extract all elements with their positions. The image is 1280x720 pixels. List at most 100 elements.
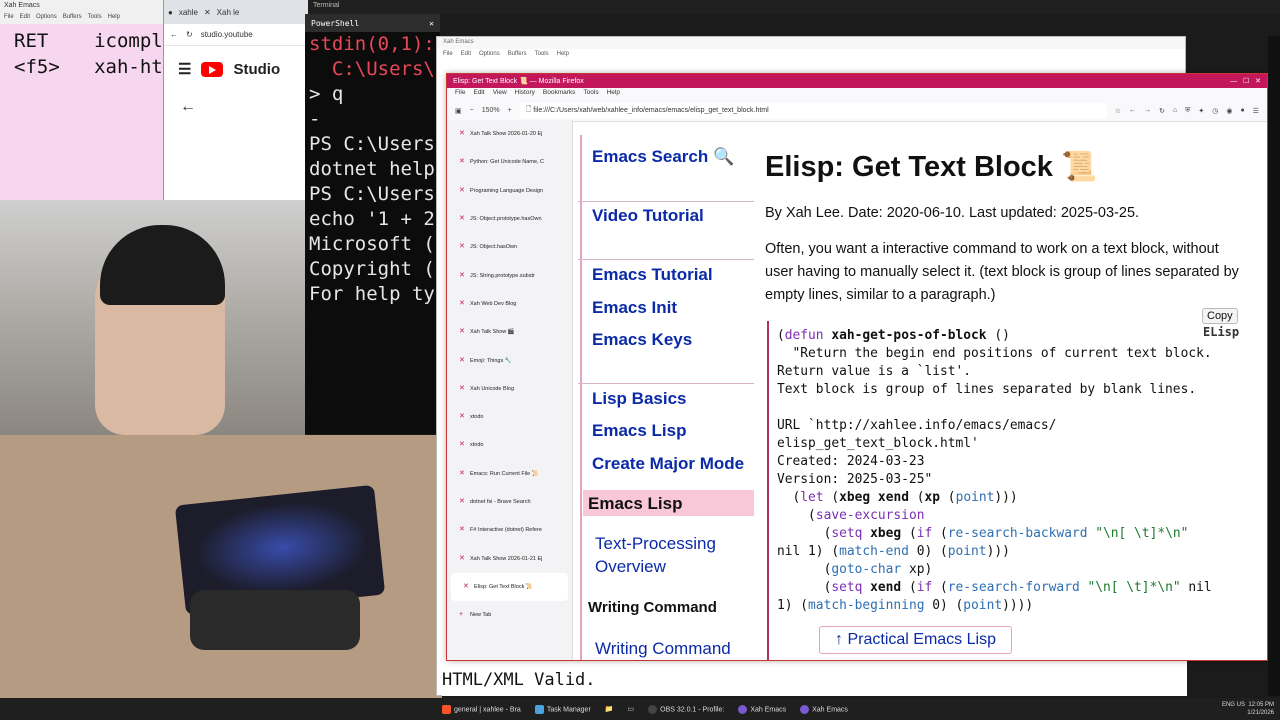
menu-edit[interactable]: Edit (20, 14, 30, 24)
menu-tools[interactable]: Tools (88, 14, 102, 24)
menu-history[interactable]: History (515, 89, 535, 99)
back-icon[interactable]: ← (170, 30, 178, 39)
menu-file[interactable]: File (455, 89, 465, 99)
screenshot-icon[interactable]: ◉ (1226, 107, 1232, 115)
nav-writing-command[interactable]: Writing Command (595, 639, 731, 659)
emacs-echo-area[interactable]: HTML/XML Valid. (442, 660, 1187, 696)
menu-bookmarks[interactable]: Bookmarks (543, 89, 576, 99)
powershell-terminal[interactable]: PowerShell ✕ stdin(0,1): C:\Users\x > q - PS… (305, 14, 446, 434)
taskbar-item[interactable]: Task Manager (534, 704, 591, 714)
extensions-icon[interactable]: ✦ (1198, 107, 1204, 115)
menu-help[interactable]: Help (557, 51, 569, 59)
close-icon[interactable]: ✕ (1255, 78, 1261, 85)
nav-emacs-keys[interactable]: Emacs Keys (592, 330, 692, 350)
sidebar-tab[interactable]: ✕ Programing Language Design (447, 177, 572, 205)
taskbar-item[interactable]: OBS 32.0.1 - Profile: (648, 704, 724, 714)
nav-emacs-init[interactable]: Emacs Init (592, 298, 677, 318)
menu-help[interactable]: Help (607, 89, 620, 99)
taskbar-item[interactable]: Xah Emacs (738, 704, 786, 714)
sidebar-tab[interactable]: ✕ Emacs: Run Current File 📜 (447, 460, 572, 488)
sidebar-tab[interactable]: ✕ JS: String.prototype.substr (447, 261, 572, 289)
sidebar-tab[interactable]: ✕ Emoji: Things 🔧 (447, 346, 572, 374)
code-language-label: ELisp (1203, 325, 1240, 339)
nav-emacs-tutorial[interactable]: Emacs Tutorial (592, 265, 713, 285)
sidebar-tab[interactable]: ✕ Python: Get Unicode Name, C (447, 148, 572, 176)
sidebar-tab[interactable]: ✕ Xah Talk Show 2026-01-20 Ej (447, 120, 572, 148)
nav-emacs-lisp[interactable]: Emacs Lisp (592, 421, 687, 441)
menu-icon[interactable]: ☰ (1253, 107, 1259, 115)
hamburger-icon[interactable]: ☰ (178, 60, 191, 78)
nav-emacs-search[interactable]: Emacs Search 🔍 (592, 147, 734, 167)
bookmark-star-icon[interactable]: ☆ (1115, 107, 1121, 115)
chrome-url[interactable]: studio.youtube (201, 30, 253, 39)
new-tab-button[interactable]: + New Tab (447, 601, 572, 629)
code-block[interactable]: (defun xah-get-pos-of-block () "Return t… (767, 321, 1253, 660)
sidebar-tab[interactable]: ✕ xtodo (447, 403, 572, 431)
sidebar-tab[interactable]: ✕ JS: Object.hasOwn (447, 233, 572, 261)
nav-text-processing-overview[interactable]: Overview (595, 557, 666, 577)
nav-lisp-basics[interactable]: Lisp Basics (592, 389, 687, 409)
nav-text-processing[interactable]: Text-Processing (595, 534, 716, 554)
plus-icon: + (459, 611, 464, 619)
sidebar-tab[interactable]: ✕ xtodo (447, 431, 572, 459)
chrome-window[interactable]: ● xahle ✕ Xah le ← ↻ studio.youtube ☰ Stu… (163, 0, 308, 200)
forward-icon[interactable]: → (1144, 107, 1151, 114)
emacs-window-left[interactable]: Xah Emacs File Edit Options Buffers Tool… (0, 0, 165, 200)
menu-edit[interactable]: Edit (461, 51, 471, 59)
zoom-in-icon[interactable]: + (508, 107, 512, 114)
menu-buffers[interactable]: Buffers (63, 14, 82, 24)
sidebar-tab[interactable]: ✕ F# Interactive (dotnet) Refere (447, 516, 572, 544)
sidebar-tab[interactable]: ✕ JS: Object.prototype.hasOwn (447, 205, 572, 233)
taskbar-item[interactable]: Xah Emacs (800, 704, 848, 714)
history-icon[interactable]: ◷ (1212, 107, 1218, 115)
reload-icon[interactable]: ↻ (1159, 107, 1165, 115)
menu-help[interactable]: Help (108, 14, 120, 24)
back-icon[interactable]: ← (1129, 107, 1136, 114)
zoom-out-icon[interactable]: − (470, 107, 474, 114)
studio-brand[interactable]: Studio (233, 61, 280, 78)
system-tray[interactable]: ENG US 12:05 PM 1/21/2026 (1222, 701, 1274, 717)
language-indicator[interactable]: ENG US (1222, 702, 1245, 708)
menu-edit[interactable]: Edit (473, 89, 484, 99)
nav-active-emacs-lisp[interactable]: Emacs Lisp (588, 494, 683, 514)
reload-icon[interactable]: ↻ (186, 30, 193, 39)
menu-file[interactable]: File (4, 14, 14, 24)
folder-icon[interactable]: 📁 (605, 705, 614, 713)
menu-buffers[interactable]: Buffers (508, 51, 527, 59)
shield-icon[interactable]: ⛨ (1185, 107, 1190, 115)
account-icon[interactable]: ● (1240, 107, 1244, 114)
menu-tools[interactable]: Tools (583, 89, 598, 99)
chrome-tab[interactable]: Xah le (217, 8, 240, 17)
nav-video-tutorial[interactable]: Video Tutorial (592, 206, 704, 226)
sidebar-tab[interactable]: ✕ Xah Web Dev Blog (447, 290, 572, 318)
nav-create-major-mode[interactable]: Create Major Mode (592, 454, 744, 474)
close-icon[interactable]: ✕ (204, 8, 211, 17)
sidebar-tab[interactable]: ✕ Xah Unicode Blog (447, 375, 572, 403)
copy-button[interactable]: Copy (1202, 308, 1238, 324)
chrome-tab[interactable]: xahle (179, 8, 198, 17)
menu-tools[interactable]: Tools (535, 51, 549, 59)
zoom-level[interactable]: 150% (482, 107, 500, 114)
sidebar-tab[interactable]: ✕ Xah Talk Show 2026-01-21 Ej (447, 544, 572, 572)
maximize-icon[interactable]: ☐ (1243, 78, 1249, 85)
menu-options[interactable]: Options (36, 14, 57, 24)
article: Elisp: Get Text Block 📜 By Xah Lee. Date… (765, 145, 1255, 660)
sidebar-tab[interactable]: ✕ dotnet fsi - Brave Search (447, 488, 572, 516)
menu-file[interactable]: File (443, 51, 453, 59)
sidebar-toggle-icon[interactable]: ▣ (455, 107, 462, 115)
emacs-left-buffer[interactable]: RET icompl <f5> xah-ht (0, 24, 164, 84)
sidebar-tab[interactable]: ✕ Xah Talk Show 🎬 (447, 318, 572, 346)
practical-emacs-lisp-link[interactable]: ↑ Practical Emacs Lisp (819, 626, 1012, 654)
sidebar-tab[interactable]: ✕ Elisp: Get Text Block 📜 (451, 572, 568, 602)
menu-view[interactable]: View (493, 89, 507, 99)
terminal-icon[interactable]: ▭ (628, 705, 635, 713)
url-bar[interactable]: 🗋 file:///C:/Users/xah/web/xahlee_info/e… (519, 102, 1107, 119)
minimize-icon[interactable]: — (1230, 78, 1237, 85)
menu-options[interactable]: Options (479, 51, 500, 59)
url-text[interactable]: file:///C:/Users/xah/web/xahlee_info/ema… (533, 107, 768, 114)
back-arrow-icon[interactable]: ← (164, 92, 308, 122)
home-icon[interactable]: ⌂ (1173, 107, 1177, 114)
close-icon[interactable]: ✕ (429, 19, 434, 28)
taskbar-item[interactable]: general | xahlee - Bra (442, 704, 521, 714)
terminal-tab[interactable]: PowerShell ✕ (305, 14, 440, 32)
